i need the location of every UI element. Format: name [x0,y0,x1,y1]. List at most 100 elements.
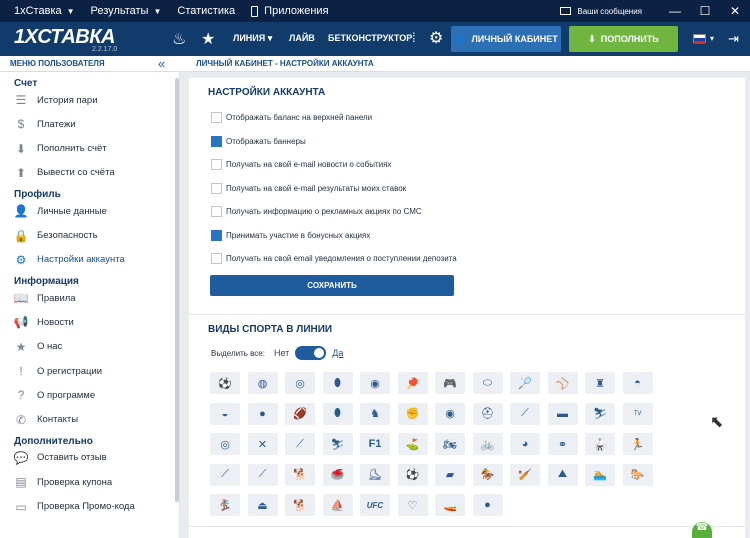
top-menu-item[interactable]: 1хСтавка ▼ [14,5,75,17]
checkbox[interactable] [211,206,222,217]
sidebar-item[interactable]: ✆ Контакты [12,410,172,430]
settings-option[interactable]: Получать на свой e-mail новости о событи… [211,159,391,170]
nav-line[interactable]: ЛИНИЯ ▾ [233,33,272,44]
collapse-icon[interactable]: « [158,56,165,71]
settings-option[interactable]: Получать на свой e-mail результаты моих … [211,182,406,194]
checkbox[interactable] [211,112,222,123]
snowboard-icon[interactable]: 🏂 [210,494,240,516]
soccer-ball-icon[interactable]: ⚽ [210,372,240,394]
bicycle-icon[interactable]: 🚲 [472,433,503,455]
sidebar-item[interactable]: ⬆ Вывести со счёта [12,163,172,183]
runner-icon[interactable]: 🏃 [622,433,653,455]
sidebar-item[interactable]: ⚙ Настройки аккаунта [12,250,172,270]
basketball-icon[interactable]: ◎ [285,372,315,394]
settings-option[interactable]: Принимать участие в бонусных акциях [211,229,370,241]
sidebar-scrollbar[interactable] [175,78,179,502]
maximize-icon[interactable]: ☐ [690,4,720,18]
shuttlecock-icon[interactable]: 🏸 [510,372,540,394]
tennis-ball-icon[interactable]: ◍ [247,372,278,394]
hockey-stick-icon[interactable]: ⟋ [510,402,540,425]
select-all-toggle[interactable] [295,346,327,360]
minimize-icon[interactable]: — [660,4,690,18]
olympic-rings-icon[interactable]: ⚭ [547,433,578,455]
kick-icon[interactable]: ⚽ [397,463,428,486]
support-chat-icon[interactable]: ☎ [692,522,712,538]
rugby-ball-icon[interactable]: ⬮ [322,372,353,394]
nav-live[interactable]: ЛАЙВ [289,33,315,43]
checkbox[interactable] [211,253,222,264]
select-none-label[interactable]: Нет [274,348,289,358]
sidebar-item[interactable]: ▭ Проверка Промо-кода [12,497,172,517]
bat-icon[interactable]: ⟋ [210,463,240,486]
sidebar-item[interactable]: ⬇ Пополнить счёт [12,139,172,159]
sailing-icon[interactable]: ⛵ [322,494,353,516]
slider-icon[interactable]: ⁞ [412,30,416,45]
close-icon[interactable]: ✕ [720,4,750,18]
sidebar-item[interactable]: 💬 Оставить отзыв [12,448,172,468]
motorbike-icon[interactable]: 🏍 [435,433,465,455]
top-menu-item[interactable]: Приложения [251,5,329,17]
kettlebell-icon[interactable]: ⏏ [247,494,278,516]
select-all-yes-label[interactable]: Да [332,348,343,358]
helmet-icon[interactable]: ⛑ [472,402,503,425]
sidebar-item[interactable]: $ Платежи [12,114,172,134]
settings-option[interactable]: Отображать баннеры [211,135,306,147]
curling-icon[interactable]: 🥌 [322,463,353,486]
checkbox[interactable] [211,182,222,194]
stick-icon[interactable]: ⟋ [247,463,278,486]
sidebar-item[interactable]: 📢 Новости [12,312,172,332]
crossed-skis-icon[interactable]: ✕ [247,433,278,455]
flag-icon[interactable] [693,34,706,44]
handball-icon[interactable]: ◕ [510,433,540,455]
sidebar-item[interactable]: ▤ Проверка купона [12,472,172,492]
mountain-icon[interactable]: ⛰ [547,463,578,486]
volleyball-icon[interactable]: ◉ [360,372,390,394]
sidebar-item[interactable]: 📖 Правила [12,288,172,308]
ball-icon[interactable]: ● [247,402,278,425]
save-button[interactable]: СОХРАНИТЬ [210,275,454,296]
tv-icon[interactable]: TV [622,402,653,425]
boat-icon[interactable]: 🚤 [435,494,465,516]
top-menu-item[interactable]: Результаты ▼ [91,5,162,17]
deposit-button[interactable]: ⬇ ПОПОЛНИТЬ [569,26,678,52]
ufc-icon[interactable]: UFC [360,494,390,516]
checkbox[interactable] [211,135,222,147]
f1-icon[interactable]: F1 [360,433,390,455]
racing-horse-icon[interactable]: 🐎 [622,463,653,486]
fire-icon[interactable]: ♨ [172,29,186,49]
checkbox[interactable] [211,229,222,241]
cue-icon[interactable]: ⟋ [285,433,315,455]
sidebar-item[interactable]: 🔒 Безопасность [12,226,172,246]
top-menu-item[interactable]: Статистика [177,5,235,17]
star-icon[interactable]: ★ [201,29,215,49]
sidebar-item[interactable]: ? О программе [12,385,172,405]
heart-icon[interactable]: ♡ [397,494,428,516]
rugby-icon[interactable]: ⬮ [322,402,353,425]
checkbox[interactable] [211,159,222,170]
coin-icon[interactable]: ◉ [435,402,465,425]
settings-option[interactable]: Получать на свой email уведомления о пос… [211,253,457,264]
messages-link[interactable]: Ваши сообщения [560,7,642,16]
sidebar-item[interactable]: ★ О нас [12,337,172,357]
boxing-glove-icon[interactable]: ✊ [397,402,428,425]
bowling-pins-icon[interactable]: ♜ [585,372,615,394]
water-polo-icon[interactable]: 🏊 [585,463,615,486]
chevron-down-icon[interactable]: ▾ [710,34,714,43]
horse-racing-icon[interactable]: 🏇 [472,463,503,486]
figure-skater-icon[interactable]: ⛸ [360,463,390,486]
dome-icon[interactable]: ◓ [622,372,653,394]
gamepad-icon[interactable]: 🎮 [435,372,465,394]
cabinet-button[interactable]: 👤 ЛИЧНЫЙ КАБИНЕТ [451,26,561,52]
table-tennis-icon[interactable]: 🏓 [397,372,428,394]
dog-icon[interactable]: 🐕 [285,494,315,516]
tank-icon[interactable]: ▰ [435,463,465,486]
settings-option[interactable]: Получать информацию о рекламных акциях п… [211,206,422,217]
target-icon[interactable]: ◎ [210,433,240,455]
chess-knight-icon[interactable]: ♞ [360,402,390,425]
nav-betconstructor[interactable]: БЕТКОНСТРУКТОР [328,33,412,43]
exit-icon[interactable]: ⇥ [728,31,739,47]
sidebar-item[interactable]: ☰ История пари [12,90,172,110]
golf-icon[interactable]: ⛳ [397,433,428,455]
sidebar-item[interactable]: ! О регистрации [12,361,172,381]
cap-icon[interactable]: ◒ [210,402,240,425]
